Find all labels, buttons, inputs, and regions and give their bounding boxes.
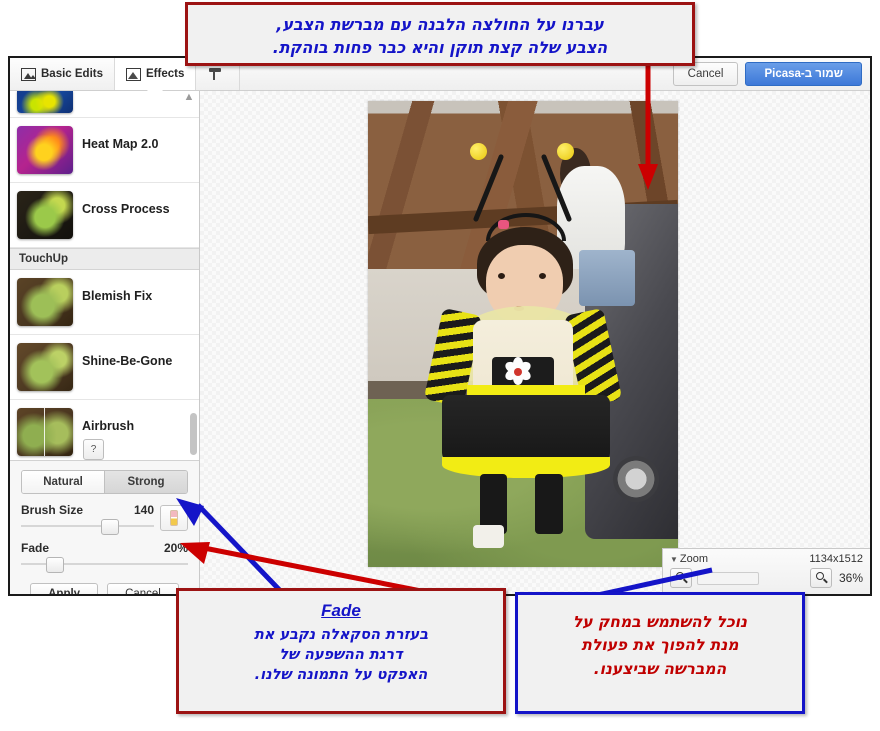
annotation-eraser-line-2: מנת להפוך את פעולת: [530, 634, 790, 657]
effect-label: Cross Process: [82, 191, 170, 217]
section-header-touchup: TouchUp: [10, 248, 199, 270]
annotation-fade-line-2: דרגת ההשפעה של: [189, 645, 493, 665]
chevron-up-icon[interactable]: ▲: [183, 93, 195, 102]
photo-antenna-ball-right: [557, 143, 574, 160]
effect-label: Heat Map 2.0: [82, 126, 158, 152]
basic-edits-icon: [21, 68, 36, 81]
tab-basic-edits[interactable]: Basic Edits: [10, 58, 115, 90]
photo-stroller-wheel: [613, 456, 659, 502]
scrollbar-thumb[interactable]: [190, 413, 197, 455]
effect-thumbnail: [17, 278, 73, 326]
brush-mode-natural[interactable]: Natural: [22, 471, 104, 493]
fade-label: Fade: [21, 541, 49, 555]
annotation-top-line-2: הצבע שלה קצת תוקן והיא כבר פחות בוהקת.: [202, 36, 678, 59]
effect-thumbnail: [17, 408, 73, 456]
annotation-fade-line-1: בעזרת הסקאלה נקבע את: [189, 625, 493, 645]
effect-label: Shine-Be-Gone: [82, 343, 172, 369]
photo-bystander-jeans: [579, 250, 635, 306]
effect-label: Airbrush: [82, 408, 134, 434]
annotation-eraser-line-1: נוכל להשתמש במחק על: [530, 611, 790, 634]
photo-canvas[interactable]: ▼ Zoom 1134x1512 36%: [200, 91, 870, 594]
fade-slider[interactable]: [21, 557, 188, 571]
brush-mode-toggle[interactable]: Natural Strong: [21, 470, 188, 494]
save-to-picasa-button[interactable]: שמור ב-Picasa: [745, 62, 862, 86]
effects-list[interactable]: ▲ Heat Map 2.0 Cross Process TouchUp Bl: [10, 91, 199, 460]
photo-leg-right: [535, 474, 563, 535]
apply-button[interactable]: Apply: [30, 583, 98, 594]
list-item[interactable]: Shine-Be-Gone: [10, 335, 199, 400]
brush-size-slider[interactable]: [21, 519, 154, 533]
tab-effects-label: Effects: [146, 68, 184, 80]
zoom-percent: 36%: [839, 571, 863, 585]
effect-thumbnail: [17, 126, 73, 174]
list-item[interactable]: [10, 91, 199, 118]
slider-knob[interactable]: [101, 519, 119, 535]
help-icon[interactable]: ?: [83, 439, 104, 460]
brush-size-value: 140: [134, 503, 154, 517]
list-item[interactable]: Heat Map 2.0: [10, 118, 199, 183]
slider-track: [21, 525, 154, 527]
arrow-to-white-shirt: [636, 52, 660, 192]
list-item[interactable]: Cross Process: [10, 183, 199, 248]
annotation-eraser: נוכל להשתמש במחק על מנת להפוך את פעולת ה…: [515, 592, 805, 714]
annotation-top: עברנו על החולצה הלבנה עם מברשת הצבע, הצב…: [185, 2, 695, 66]
edited-photo[interactable]: [368, 101, 678, 567]
list-item-airbrush[interactable]: Airbrush ?: [10, 400, 199, 460]
list-item[interactable]: Blemish Fix: [10, 270, 199, 335]
effect-thumbnail: [17, 343, 73, 391]
annotation-fade-title: Fade: [189, 601, 493, 621]
annotation-fade: Fade בעזרת הסקאלה נקבע את דרגת ההשפעה של…: [176, 588, 506, 714]
annotation-eraser-line-3: המברשה שביצענו.: [530, 658, 790, 681]
effect-label: Blemish Fix: [82, 278, 152, 304]
paint-roller-icon: [207, 67, 223, 81]
effects-icon: [126, 68, 141, 81]
effect-thumbnail: [17, 91, 73, 113]
image-dimensions: 1134x1512: [809, 553, 863, 565]
tab-basic-edits-label: Basic Edits: [41, 68, 103, 80]
brush-size-label: Brush Size: [21, 503, 83, 517]
annotation-top-line-1: עברנו על החולצה הלבנה עם מברשת הצבע,: [202, 13, 678, 36]
photo-hair-bow: [498, 220, 509, 229]
photo-editor-window: Basic Edits Effects Cancel שמור ב-Picasa…: [8, 56, 872, 596]
photo-skirt: [442, 395, 609, 479]
brush-mode-strong[interactable]: Strong: [104, 471, 187, 493]
effects-scrollbar[interactable]: [190, 91, 197, 460]
editor-actions: Cancel שמור ב-Picasa: [673, 62, 862, 86]
slider-knob[interactable]: [46, 557, 64, 573]
effect-thumbnail: [17, 191, 73, 239]
photo-flower: [504, 357, 532, 385]
annotation-fade-line-3: האפקט על התמונה שלנו.: [189, 665, 493, 685]
magnifier-plus-icon[interactable]: [810, 568, 832, 588]
